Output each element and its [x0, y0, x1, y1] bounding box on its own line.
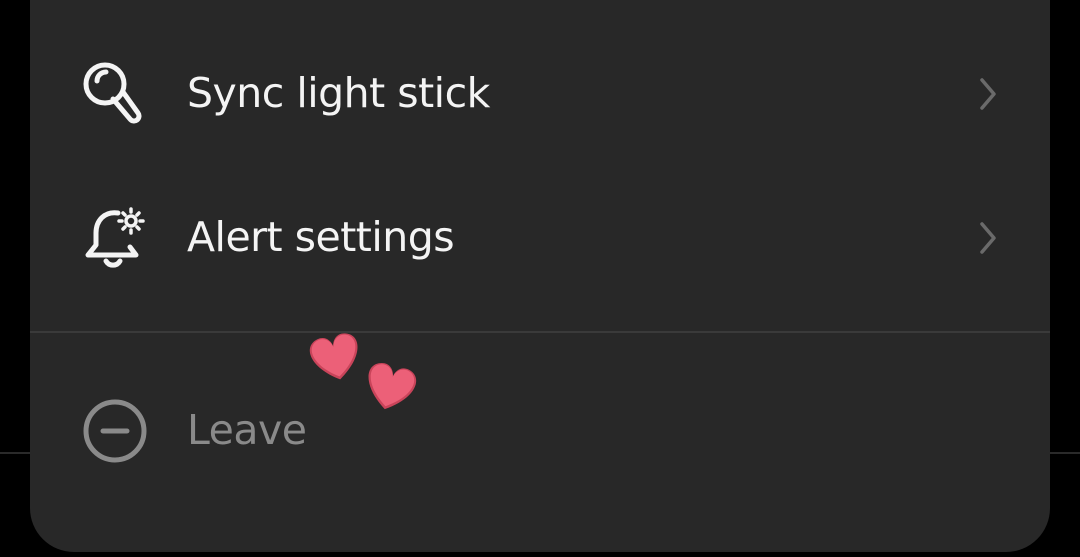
hearts-sticker-icon — [300, 320, 425, 415]
section-divider — [30, 331, 1050, 333]
menu-item-alert-settings[interactable]: Alert settings — [30, 178, 1050, 298]
bottom-sheet-menu: Sync light stick Alert settings Leave — [30, 0, 1050, 552]
chevron-right-icon — [972, 74, 1002, 114]
light-stick-icon — [80, 59, 150, 129]
minus-circle-icon — [80, 396, 150, 466]
bell-settings-icon — [80, 203, 150, 273]
menu-item-sync-light-stick[interactable]: Sync light stick — [30, 34, 1050, 154]
chevron-right-icon — [972, 218, 1002, 258]
leave-label: Leave — [187, 406, 307, 455]
menu-item-label: Alert settings — [187, 213, 455, 262]
menu-item-label: Sync light stick — [187, 69, 490, 118]
leave-button[interactable]: Leave — [30, 371, 1050, 491]
